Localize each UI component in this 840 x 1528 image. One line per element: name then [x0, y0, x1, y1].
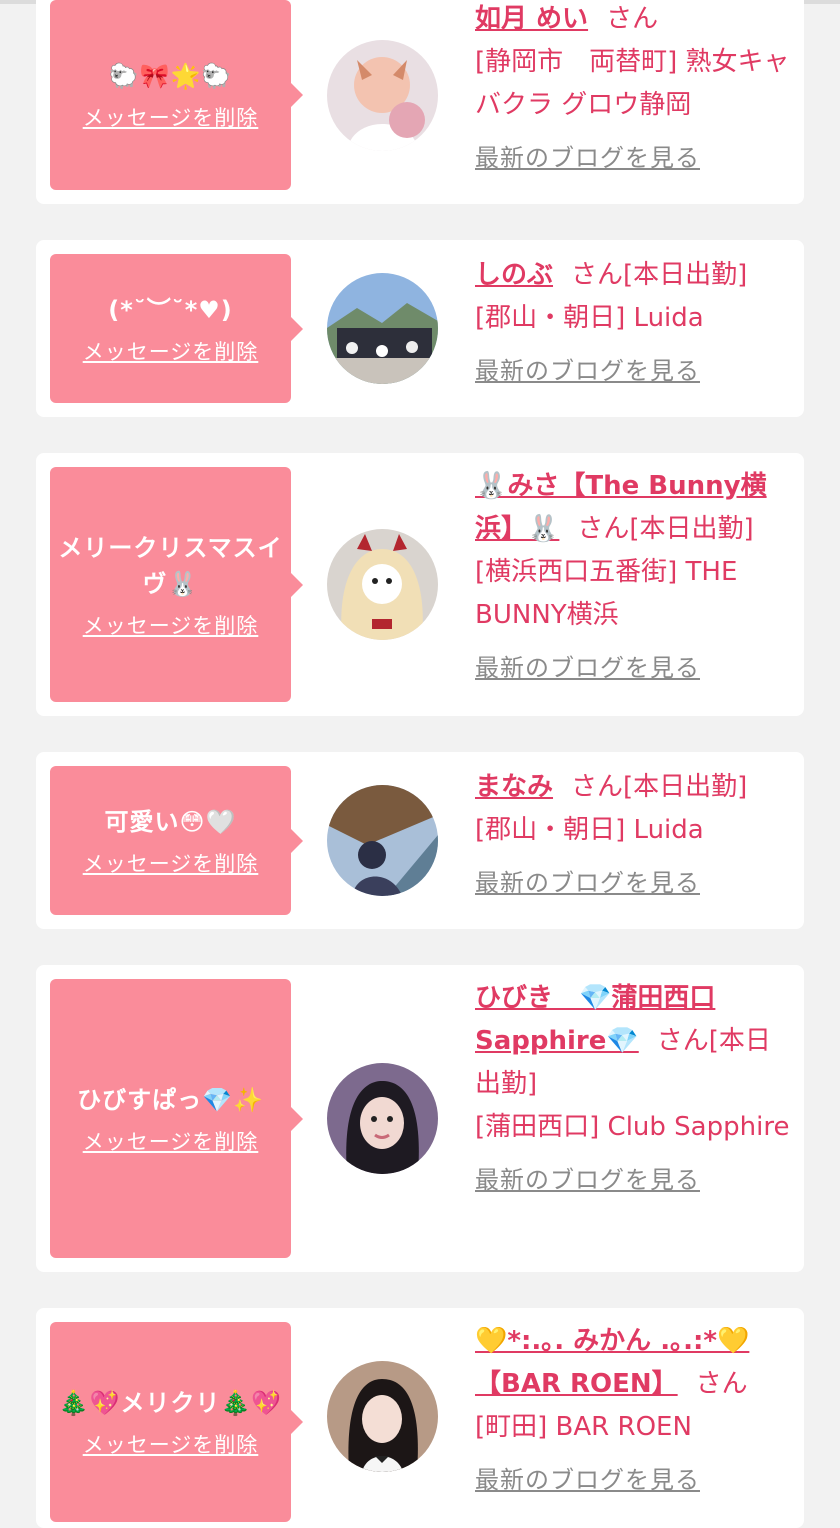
message-card: 可愛い😳🤍 メッセージを削除 まなみ さん[本日出勤] [郡山・朝日] Luida…	[36, 752, 804, 929]
message-bubble: (*˘︶˘*♥) メッセージを削除	[50, 254, 303, 403]
message-bubble: 🎄💖メリクリ🎄💖 メッセージを削除	[50, 1322, 303, 1522]
cast-info: しのぶ さん[本日出勤] [郡山・朝日] Luida 最新のブログを見る	[475, 254, 793, 393]
honorific: さん	[571, 260, 624, 290]
honorific: さん	[571, 772, 624, 802]
latest-blog-link[interactable]: 最新のブログを見る	[475, 137, 700, 180]
message-text: 🎄💖メリクリ🎄💖	[58, 1389, 283, 1417]
delete-message-link[interactable]: メッセージを削除	[83, 1126, 259, 1156]
shop-info: [町田] BAR ROEN	[475, 1412, 692, 1442]
status: [本日出勤]	[623, 260, 748, 290]
message-bubble: 可愛い😳🤍 メッセージを削除	[50, 766, 303, 915]
latest-blog-link[interactable]: 最新のブログを見る	[475, 862, 700, 905]
cast-name-link[interactable]: 如月 めい	[475, 4, 588, 34]
shop-info: [郡山・朝日] Luida	[475, 303, 704, 333]
latest-blog-link[interactable]: 最新のブログを見る	[475, 1159, 700, 1202]
avatar-photo	[327, 529, 438, 640]
message-card: メリークリスマスイヴ🐰 メッセージを削除 🐰みさ【The Bunny横浜】🐰 さん…	[36, 453, 804, 716]
honorific: さん	[606, 4, 659, 34]
latest-blog-link[interactable]: 最新のブログを見る	[475, 350, 700, 393]
delete-message-link[interactable]: メッセージを削除	[83, 336, 259, 366]
cast-info: ひびき 💎蒲田西口Sapphire💎 さん[本日出勤] [蒲田西口] Club S…	[475, 977, 793, 1202]
avatar-photo	[327, 40, 438, 151]
message-text: 🐑🎀🌟🐑	[108, 62, 233, 90]
shop-info: [静岡市 両替町] 熟女キャバクラ グロウ静岡	[475, 47, 790, 120]
shop-info: [横浜西口五番街] THE BUNNY横浜	[475, 557, 738, 630]
cast-name-link[interactable]: しのぶ	[475, 260, 553, 290]
avatar[interactable]	[327, 785, 438, 896]
shop-info: [蒲田西口] Club Sapphire	[475, 1112, 790, 1142]
avatar[interactable]	[327, 273, 438, 384]
avatar[interactable]	[327, 1361, 438, 1472]
latest-blog-link[interactable]: 最新のブログを見る	[475, 647, 700, 690]
honorific: さん	[656, 1026, 709, 1056]
honorific: さん	[695, 1369, 748, 1399]
delete-message-link[interactable]: メッセージを削除	[83, 1429, 259, 1459]
cast-name-link[interactable]: まなみ	[475, 772, 553, 802]
shop-info: [郡山・朝日] Luida	[475, 815, 704, 845]
message-bubble: ひびすぱっ💎✨ メッセージを削除	[50, 979, 303, 1258]
message-card: (*˘︶˘*♥) メッセージを削除 しのぶ さん[本日出勤] [郡山・朝日] Lu…	[36, 240, 804, 417]
delete-message-link[interactable]: メッセージを削除	[83, 102, 259, 132]
message-card: ひびすぱっ💎✨ メッセージを削除 ひびき 💎蒲田西口Sapphire💎 さん[本日…	[36, 965, 804, 1272]
message-bubble: 🐑🎀🌟🐑 メッセージを削除	[50, 0, 303, 190]
message-card: 🐑🎀🌟🐑 メッセージを削除 如月 めい さん [静岡市 両替町] 熟女キャバクラ …	[36, 0, 804, 204]
message-text: ひびすぱっ💎✨	[77, 1085, 264, 1114]
message-text: (*˘︶˘*♥)	[108, 295, 233, 324]
cast-info: 如月 めい さん [静岡市 両替町] 熟女キャバクラ グロウ静岡 最新のブログを見…	[475, 0, 793, 180]
avatar-photo	[327, 785, 438, 896]
avatar[interactable]	[327, 529, 438, 640]
avatar-photo	[327, 273, 438, 384]
message-text: 可愛い😳🤍	[104, 807, 237, 836]
message-text: メリークリスマスイヴ🐰	[58, 533, 283, 598]
delete-message-link[interactable]: メッセージを削除	[83, 610, 259, 640]
cast-info: 🐰みさ【The Bunny横浜】🐰 さん[本日出勤] [横浜西口五番街] THE …	[475, 465, 793, 690]
message-bubble: メリークリスマスイヴ🐰 メッセージを削除	[50, 467, 303, 702]
cast-info: 💛*:.｡. みかん .｡.:*💛【BAR ROEN】 さん [町田] BAR R…	[475, 1320, 793, 1502]
honorific: さん	[577, 514, 630, 544]
status: [本日出勤]	[629, 514, 754, 544]
cast-info: まなみ さん[本日出勤] [郡山・朝日] Luida 最新のブログを見る	[475, 766, 793, 905]
latest-blog-link[interactable]: 最新のブログを見る	[475, 1459, 700, 1502]
avatar-photo	[327, 1063, 438, 1174]
avatar[interactable]	[327, 40, 438, 151]
message-card: 🎄💖メリクリ🎄💖 メッセージを削除 💛*:.｡. みかん .｡.:*💛【BAR …	[36, 1308, 804, 1528]
delete-message-link[interactable]: メッセージを削除	[83, 848, 259, 878]
status: [本日出勤]	[623, 772, 748, 802]
avatar-photo	[327, 1361, 438, 1472]
avatar[interactable]	[327, 1063, 438, 1174]
